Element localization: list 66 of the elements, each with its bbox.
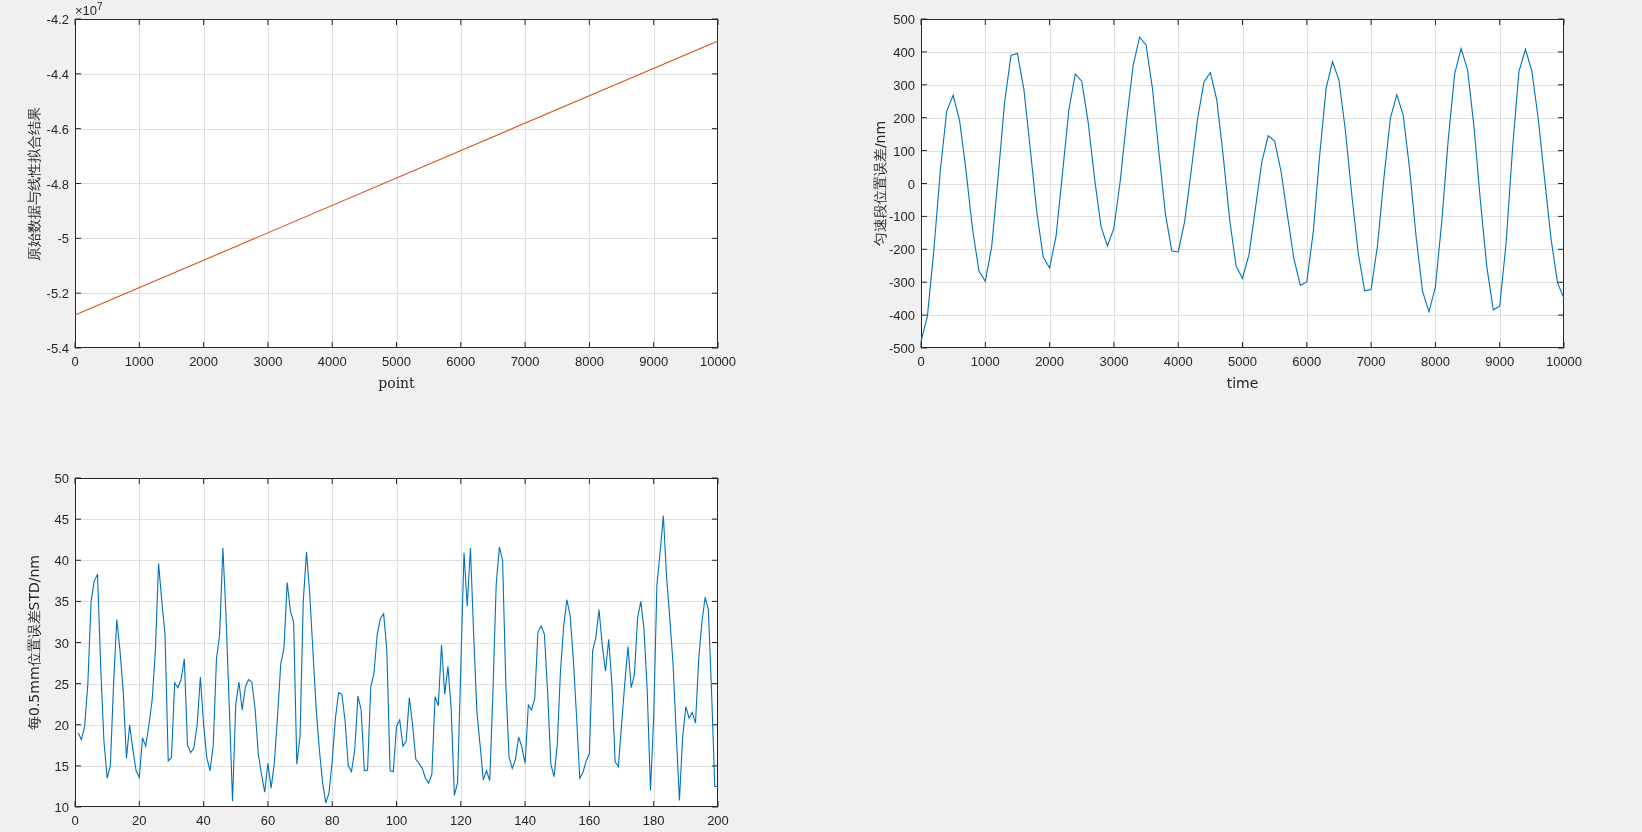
axis-tick-label: 2000 [189, 354, 219, 369]
axis-tick-label: -500 [888, 341, 915, 356]
axis-tick-label: 2000 [1035, 354, 1065, 369]
axis-tick-label: 8000 [1420, 354, 1450, 369]
y-axis-label: 匀速段位置误差/nm [872, 120, 888, 247]
axis-tick-label: -5 [57, 231, 69, 247]
axis-tick-label: 0 [71, 813, 79, 828]
axis-tick-label: -4.2 [46, 12, 69, 27]
axis-tick-label: 10 [54, 800, 69, 815]
axis-tick-label: 180 [642, 813, 665, 828]
axis-tick-label: 1000 [970, 354, 1000, 369]
y-axis-label: 每0.5mm位置误差STD/nm [26, 555, 42, 730]
axis-tick-label: 25 [54, 676, 69, 692]
axis-tick-label: -4.4 [46, 66, 69, 82]
axis-tick-label: 9000 [639, 354, 669, 369]
axis-tick-label: 400 [893, 44, 915, 60]
axis-tick-label: 3000 [1099, 354, 1129, 369]
axis-tick-label: 6000 [446, 354, 476, 369]
x-axis-label: point [378, 375, 415, 391]
axis-tick-label: 0 [907, 176, 915, 192]
axis-tick-label: 160 [578, 813, 601, 828]
axis-tick-label: 7000 [1356, 354, 1386, 369]
axis-tick-label: 5000 [382, 354, 411, 369]
axis-tick-label: -5.4 [46, 341, 69, 356]
axis-tick-label: 500 [893, 12, 915, 27]
axis-tick-label: 9000 [1485, 354, 1515, 369]
axis-tick-label: -5.2 [46, 286, 69, 302]
axis-tick-label: 200 [707, 813, 729, 828]
axis-tick-label: 140 [514, 813, 536, 828]
axis-tick-label: -100 [888, 209, 915, 225]
axis-tick-label: 5000 [1228, 354, 1257, 369]
axis-tick-label: 40 [196, 813, 211, 828]
axis-tick-label: 20 [132, 813, 147, 828]
axis-tick-label: 100 [385, 813, 408, 828]
axis-tick-label: -200 [888, 242, 915, 258]
axis-tick-label: 10000 [699, 354, 737, 369]
axis-tick-label: 4000 [317, 354, 347, 369]
axis-tick-label: 1000 [124, 354, 154, 369]
axis-tick-label: 50 [54, 471, 69, 486]
axis-tick-label: 3000 [253, 354, 283, 369]
axis-tick-label: -4.8 [46, 176, 69, 192]
axis-tick-label: 10000 [1545, 354, 1583, 369]
axis-tick-label: 7000 [510, 354, 540, 369]
axis-exponent-label: ×10$^{7}$ [75, 0, 103, 19]
axis-tick-label: 80 [324, 813, 340, 828]
axis-tick-label: 15 [54, 758, 69, 774]
axis-tick-label: 60 [260, 813, 276, 828]
axis-tick-label: 0 [917, 354, 925, 369]
axis-tick-label: -300 [888, 275, 915, 291]
axis-tick-label: 200 [893, 110, 915, 126]
axis-tick-label: 30 [54, 635, 69, 651]
axis-tick-label: 120 [449, 813, 472, 828]
axis-tick-label: 20 [54, 717, 69, 733]
axis-tick-label: -400 [888, 308, 915, 324]
axis-tick-label: 8000 [574, 354, 604, 369]
axis-tick-label: 0 [71, 354, 79, 369]
axis-tick-label: 4000 [1163, 354, 1193, 369]
x-axis-label: time [1226, 375, 1259, 391]
axis-tick-label: 45 [54, 512, 69, 528]
axis-tick-label: 300 [893, 77, 915, 93]
axis-tick-label: 100 [893, 143, 915, 159]
y-axis-label: 原始数据与线性拟合结果 [26, 106, 42, 261]
axis-tick-label: 40 [54, 553, 69, 569]
axis-tick-label: 35 [54, 594, 69, 610]
axis-tick-label: -4.6 [46, 121, 69, 137]
axis-tick-label: 6000 [1292, 354, 1322, 369]
